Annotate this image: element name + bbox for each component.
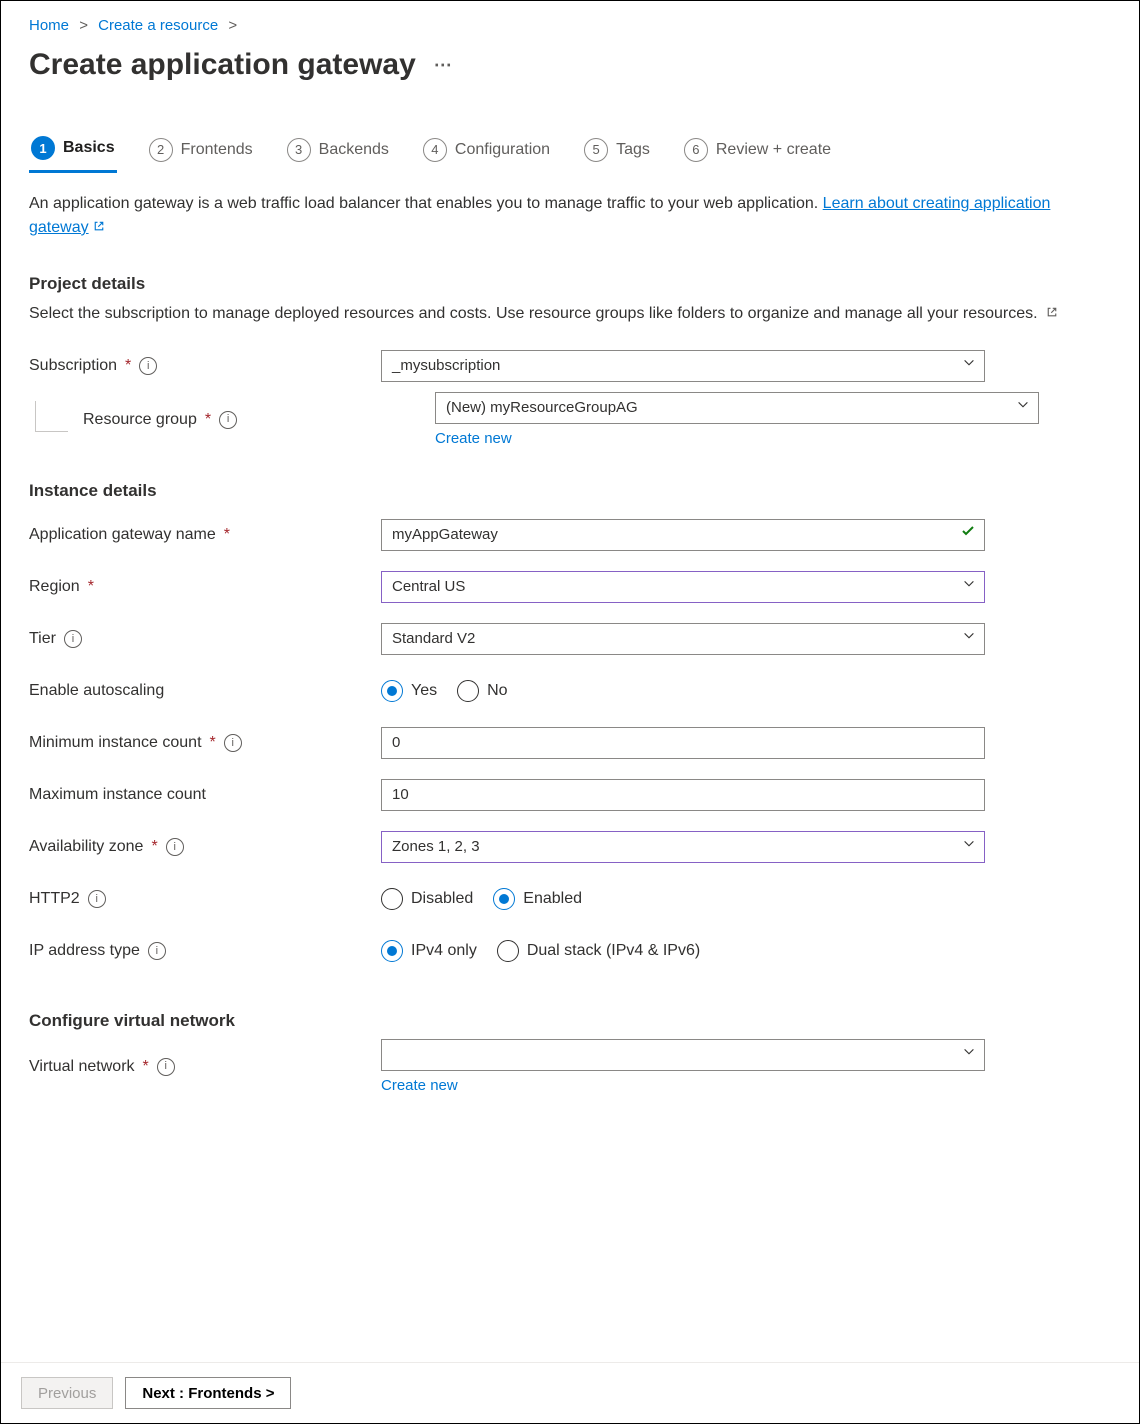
label-http2: HTTP2 i <box>29 890 381 908</box>
input-value: 10 <box>392 786 409 803</box>
chevron-down-icon <box>962 351 976 381</box>
dropdown-value: Zones 1, 2, 3 <box>392 838 480 855</box>
breadcrumb: Home > Create a resource > <box>29 13 1111 44</box>
info-icon[interactable]: i <box>139 357 157 375</box>
page-title-text: Create application gateway <box>29 48 416 82</box>
tab-number-icon: 6 <box>684 138 708 162</box>
label-min-instance: Minimum instance count* i <box>29 734 381 752</box>
label-enable-autoscaling: Enable autoscaling <box>29 682 381 700</box>
app-gateway-name-input[interactable]: myAppGateway <box>381 519 985 551</box>
label-ip-address-type: IP address type i <box>29 942 381 960</box>
chevron-down-icon <box>962 832 976 862</box>
checkmark-icon <box>960 520 976 550</box>
region-dropdown[interactable]: Central US <box>381 571 985 603</box>
tab-number-icon: 1 <box>31 136 55 160</box>
tab-frontends[interactable]: 2 Frontends <box>147 130 255 173</box>
dropdown-value: (New) myResourceGroupAG <box>446 399 638 416</box>
info-icon[interactable]: i <box>224 734 242 752</box>
tab-label: Tags <box>616 141 650 159</box>
wizard-footer: Previous Next : Frontends > <box>1 1362 1139 1423</box>
autoscaling-yes-radio[interactable]: Yes <box>381 680 437 702</box>
create-new-vnet-link[interactable]: Create new <box>381 1077 985 1094</box>
tab-label: Basics <box>63 139 115 157</box>
tab-number-icon: 5 <box>584 138 608 162</box>
chevron-right-icon: > <box>228 17 237 34</box>
dual-stack-radio[interactable]: Dual stack (IPv4 & IPv6) <box>497 940 700 962</box>
http2-enabled-radio[interactable]: Enabled <box>493 888 582 910</box>
label-resource-group: Resource group* i <box>29 411 435 429</box>
radio-label: Disabled <box>411 890 473 908</box>
radio-label: IPv4 only <box>411 942 477 960</box>
intro-body: An application gateway is a web traffic … <box>29 195 823 212</box>
next-button[interactable]: Next : Frontends > <box>125 1377 291 1409</box>
external-link-icon <box>93 220 105 232</box>
radio-label: Dual stack (IPv4 & IPv6) <box>527 942 700 960</box>
radio-label: No <box>487 682 507 700</box>
info-icon[interactable]: i <box>64 630 82 648</box>
chevron-down-icon <box>962 1040 976 1070</box>
tab-tags[interactable]: 5 Tags <box>582 130 652 173</box>
dropdown-value: Standard V2 <box>392 630 475 647</box>
autoscaling-no-radio[interactable]: No <box>457 680 507 702</box>
tab-backends[interactable]: 3 Backends <box>285 130 391 173</box>
breadcrumb-home[interactable]: Home <box>29 17 69 34</box>
wizard-tabs: 1 Basics 2 Frontends 3 Backends 4 Config… <box>29 130 1111 174</box>
chevron-down-icon <box>1016 393 1030 423</box>
tree-connector-icon <box>35 401 68 432</box>
info-icon[interactable]: i <box>219 411 237 429</box>
input-value: myAppGateway <box>392 526 498 543</box>
project-details-desc: Select the subscription to manage deploy… <box>29 302 1111 326</box>
tab-number-icon: 2 <box>149 138 173 162</box>
tab-label: Frontends <box>181 141 253 159</box>
info-icon[interactable]: i <box>157 1058 175 1076</box>
chevron-right-icon: > <box>79 17 88 34</box>
tab-number-icon: 4 <box>423 138 447 162</box>
dropdown-value: _mysubscription <box>392 357 500 374</box>
radio-label: Enabled <box>523 890 582 908</box>
resource-group-dropdown[interactable]: (New) myResourceGroupAG <box>435 392 1039 424</box>
tab-label: Backends <box>319 141 389 159</box>
tier-dropdown[interactable]: Standard V2 <box>381 623 985 655</box>
info-icon[interactable]: i <box>88 890 106 908</box>
section-configure-vnet: Configure virtual network <box>29 1011 1111 1031</box>
label-availability-zone: Availability zone* i <box>29 838 381 856</box>
label-tier: Tier i <box>29 630 381 648</box>
section-project-details: Project details <box>29 274 1111 294</box>
http2-disabled-radio[interactable]: Disabled <box>381 888 473 910</box>
page-title: Create application gateway ⋯ <box>29 48 1111 82</box>
external-link-icon <box>1046 306 1058 318</box>
label-app-gateway-name: Application gateway name* <box>29 526 381 544</box>
chevron-down-icon <box>962 572 976 602</box>
tab-number-icon: 3 <box>287 138 311 162</box>
more-icon[interactable]: ⋯ <box>434 55 454 76</box>
virtual-network-dropdown[interactable] <box>381 1039 985 1071</box>
min-instance-input[interactable]: 0 <box>381 727 985 759</box>
radio-label: Yes <box>411 682 437 700</box>
previous-button: Previous <box>21 1377 113 1409</box>
section-instance-details: Instance details <box>29 481 1111 501</box>
dropdown-value: Central US <box>392 578 465 595</box>
label-subscription: Subscription* i <box>29 357 381 375</box>
intro-text: An application gateway is a web traffic … <box>29 192 1111 240</box>
input-value: 0 <box>392 734 400 751</box>
tab-configuration[interactable]: 4 Configuration <box>421 130 552 173</box>
label-virtual-network: Virtual network* i <box>29 1058 381 1076</box>
label-region: Region* <box>29 578 381 596</box>
tab-review-create[interactable]: 6 Review + create <box>682 130 833 173</box>
tab-basics[interactable]: 1 Basics <box>29 130 117 173</box>
create-new-rg-link[interactable]: Create new <box>435 430 1039 447</box>
breadcrumb-create-resource[interactable]: Create a resource <box>98 17 218 34</box>
label-max-instance: Maximum instance count <box>29 786 381 804</box>
subscription-dropdown[interactable]: _mysubscription <box>381 350 985 382</box>
info-icon[interactable]: i <box>166 838 184 856</box>
chevron-down-icon <box>962 624 976 654</box>
info-icon[interactable]: i <box>148 942 166 960</box>
ipv4-only-radio[interactable]: IPv4 only <box>381 940 477 962</box>
tab-label: Configuration <box>455 141 550 159</box>
availability-zone-dropdown[interactable]: Zones 1, 2, 3 <box>381 831 985 863</box>
tab-label: Review + create <box>716 141 831 159</box>
max-instance-input[interactable]: 10 <box>381 779 985 811</box>
